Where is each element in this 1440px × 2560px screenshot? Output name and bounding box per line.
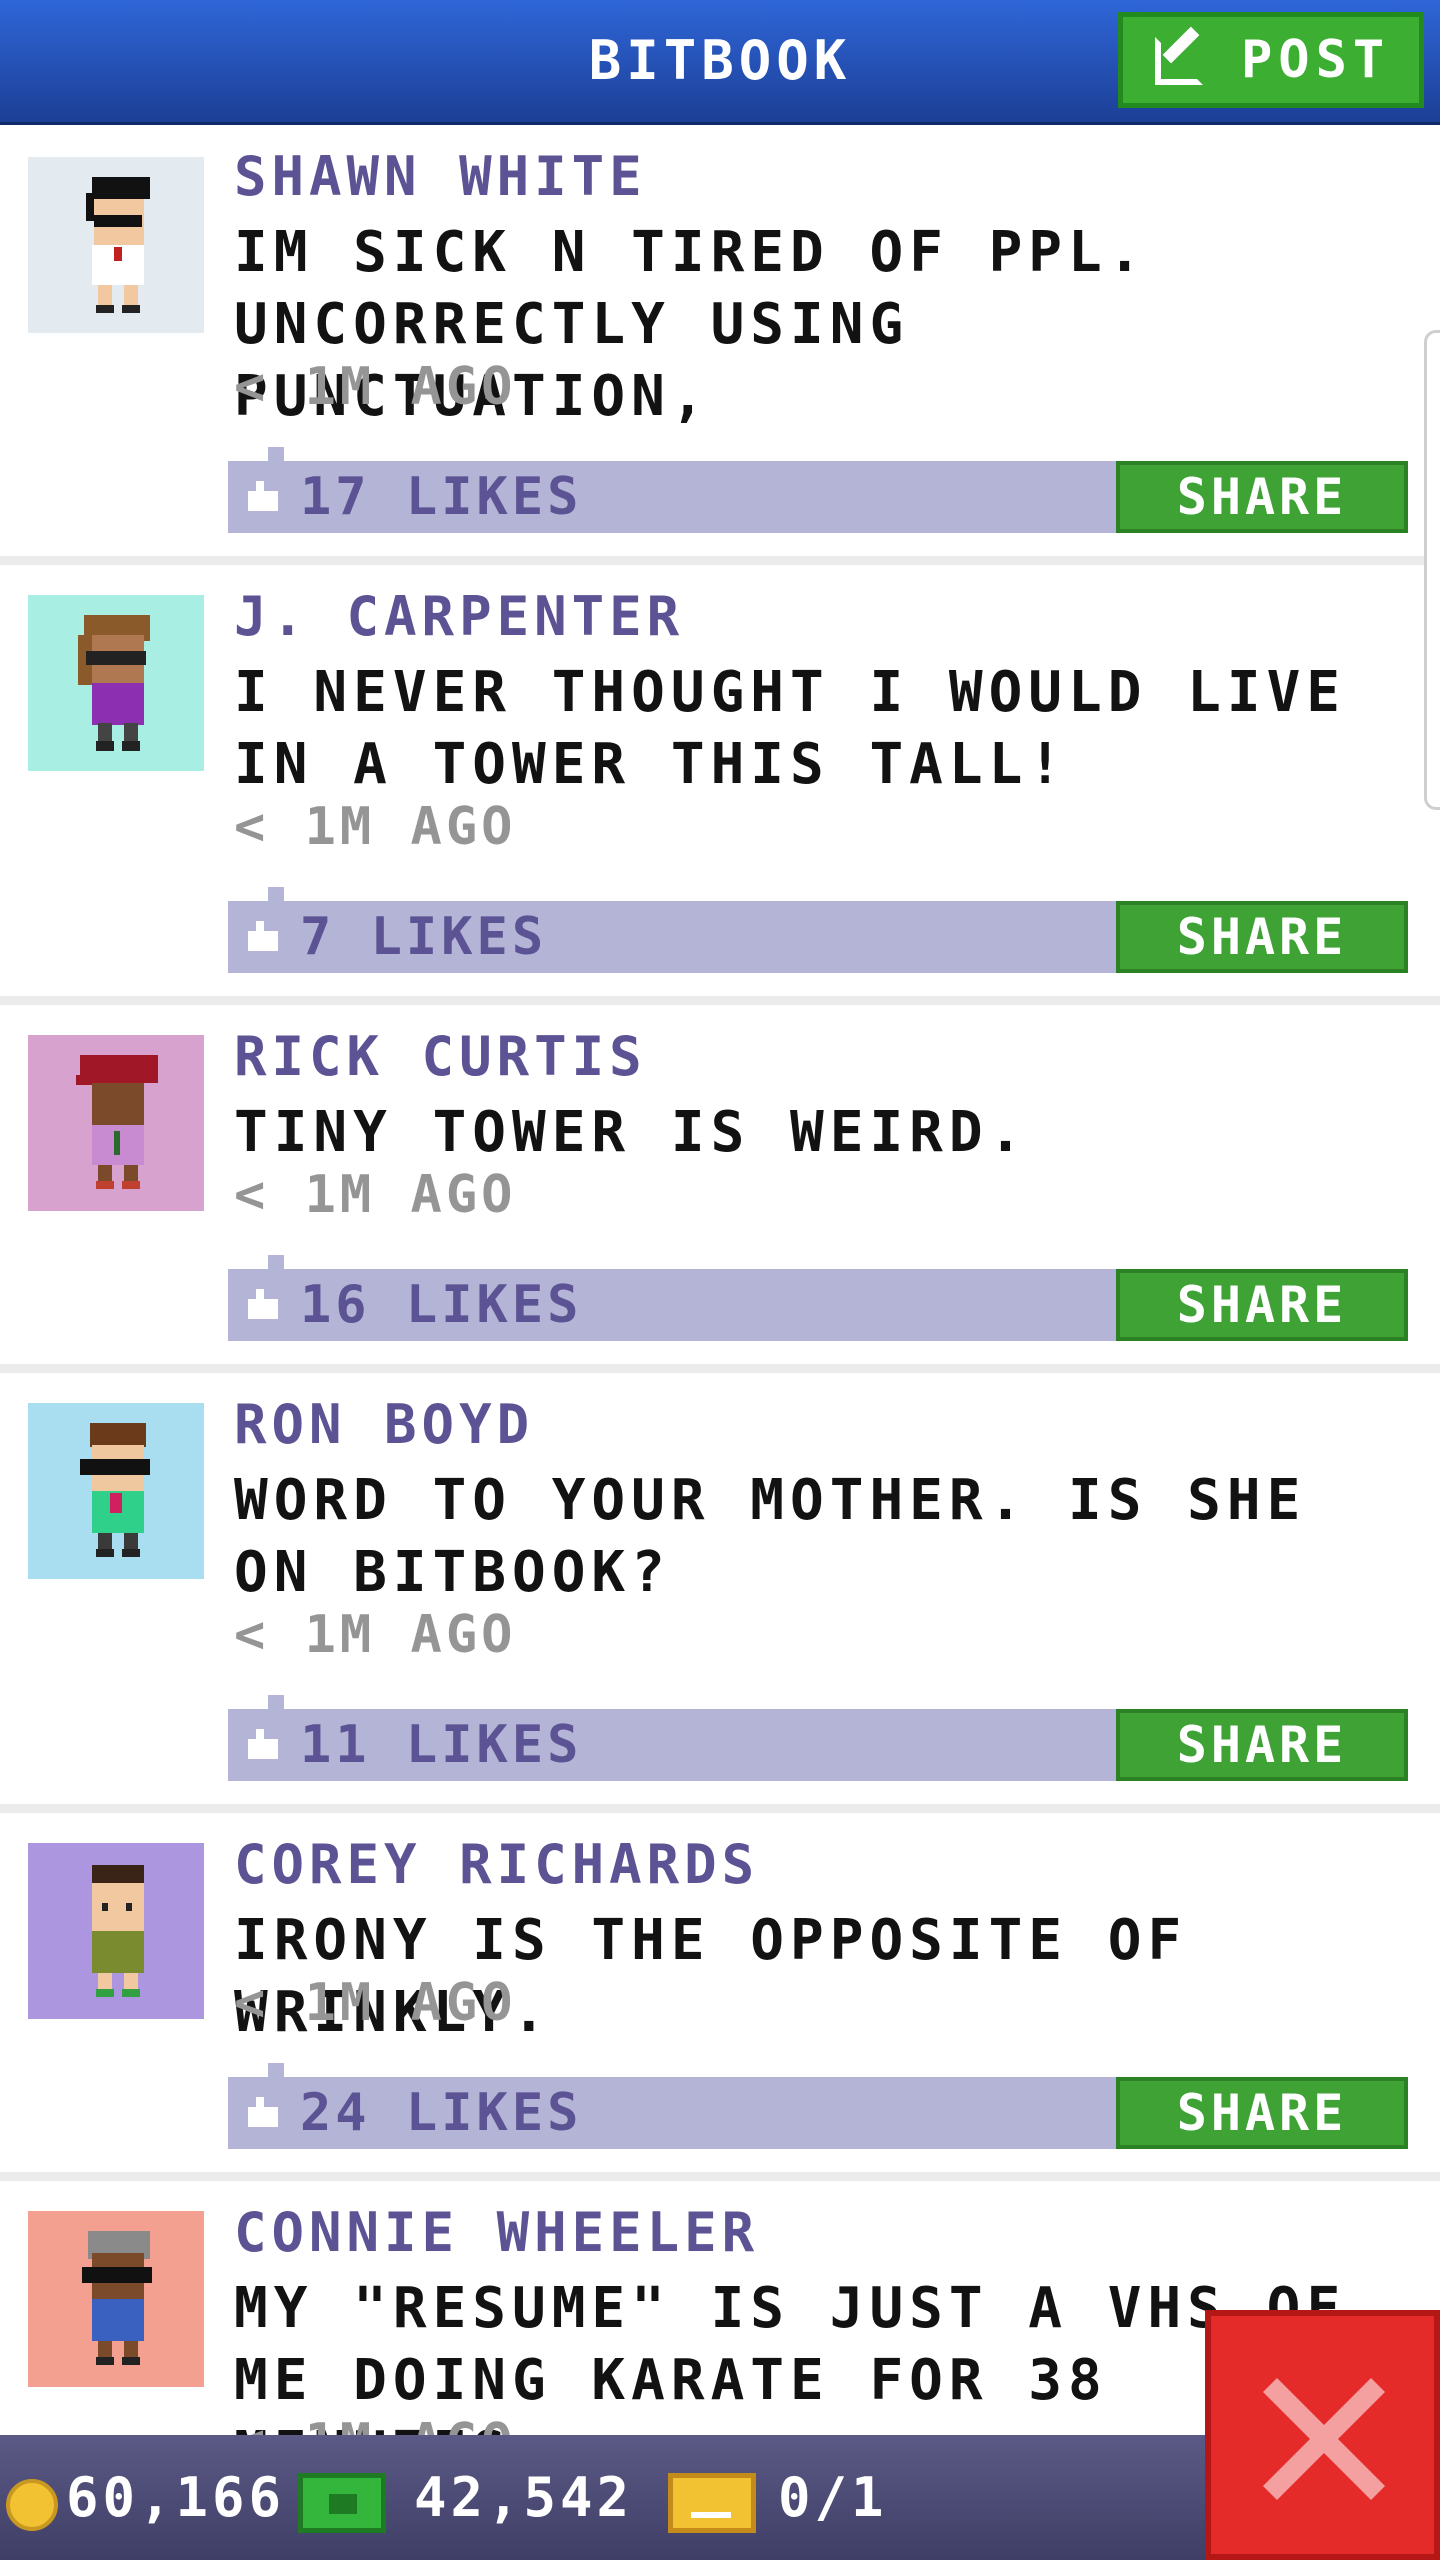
share-button[interactable]: SHARE — [1116, 2077, 1408, 2149]
avatar-image — [28, 157, 204, 333]
post-item: RON BOYD WORD TO YOUR MOTHER. IS SHE ON … — [0, 1373, 1440, 1813]
avatar[interactable] — [28, 1843, 204, 2019]
post-item: RICK CURTIS TINY TOWER IS WEIRD. < 1M AG… — [0, 1005, 1440, 1373]
bux-icon — [298, 2473, 386, 2533]
share-button[interactable]: SHARE — [1116, 1709, 1408, 1781]
post-author[interactable]: J. CARPENTER — [234, 585, 684, 648]
post-item: COREY RICHARDS IRONY IS THE OPPOSITE OF … — [0, 1813, 1440, 2181]
thumbs-up-icon — [248, 481, 278, 511]
share-button[interactable]: SHARE — [1116, 461, 1408, 533]
like-count[interactable]: 16 LIKES — [300, 1269, 582, 1341]
post-text: TINY TOWER IS WEIRD. — [234, 1100, 1029, 1165]
post-item: J. CARPENTER I NEVER THOUGHT I WOULD LIV… — [0, 565, 1440, 1005]
coin-count: 60,166 — [66, 2466, 286, 2529]
close-icon — [1263, 2378, 1385, 2500]
post-author[interactable]: CONNIE WHEELER — [234, 2201, 759, 2264]
like-bar: 16 LIKES SHARE — [228, 1255, 1408, 1341]
share-button[interactable]: SHARE — [1116, 1269, 1408, 1341]
post-time: < 1M AGO — [234, 357, 517, 417]
ticket-count: 0/1 — [778, 2466, 888, 2529]
post-time: < 1M AGO — [234, 1973, 517, 2033]
like-bar: 17 LIKES SHARE — [228, 447, 1408, 533]
avatar[interactable] — [28, 595, 204, 771]
like-count[interactable]: 17 LIKES — [300, 461, 582, 533]
thumbs-up-icon — [248, 1289, 278, 1319]
edit-icon — [1155, 37, 1203, 85]
post-time: < 1M AGO — [234, 2413, 516, 2435]
avatar-image — [28, 1035, 204, 1211]
post-author[interactable]: SHAWN WHITE — [234, 145, 647, 208]
avatar-image — [28, 2211, 204, 2387]
post-author[interactable]: COREY RICHARDS — [234, 1833, 759, 1896]
avatar-image — [28, 1403, 204, 1579]
like-count[interactable]: 24 LIKES — [300, 2077, 582, 2149]
post-author[interactable]: RON BOYD — [234, 1393, 534, 1456]
like-bar: 24 LIKES SHARE — [228, 2063, 1408, 2149]
post-feed[interactable]: SHAWN WHITE IM SICK N TIRED OF PPL. UNCO… — [0, 125, 1440, 2435]
avatar[interactable] — [28, 2211, 204, 2387]
avatar-image — [28, 1843, 204, 2019]
post-button-label: POST — [1241, 30, 1391, 90]
scrollbar-handle[interactable] — [1424, 330, 1440, 810]
share-button[interactable]: SHARE — [1116, 901, 1408, 973]
post-item: SHAWN WHITE IM SICK N TIRED OF PPL. UNCO… — [0, 125, 1440, 565]
avatar[interactable] — [28, 1403, 204, 1579]
like-count[interactable]: 11 LIKES — [300, 1709, 582, 1781]
post-time: < 1M AGO — [234, 1605, 517, 1665]
post-time: < 1M AGO — [234, 1165, 517, 1225]
avatar[interactable] — [28, 157, 204, 333]
close-button[interactable] — [1205, 2310, 1440, 2560]
avatar[interactable] — [28, 1035, 204, 1211]
like-bar: 11 LIKES SHARE — [228, 1695, 1408, 1781]
like-bar: 7 LIKES SHARE — [228, 887, 1408, 973]
post-text: WORD TO YOUR MOTHER. IS SHE ON BITBOOK? — [234, 1468, 1307, 1605]
coin-icon — [6, 2479, 58, 2531]
bux-count: 42,542 — [414, 2466, 634, 2529]
post-time: < 1M AGO — [234, 797, 517, 857]
thumbs-up-icon — [248, 2097, 278, 2127]
avatar-image — [28, 595, 204, 771]
header-bar: BITBOOK POST — [0, 0, 1440, 125]
post-author[interactable]: RICK CURTIS — [234, 1025, 647, 1088]
like-count[interactable]: 7 LIKES — [300, 901, 547, 973]
post-button[interactable]: POST — [1118, 12, 1424, 108]
thumbs-up-icon — [248, 921, 278, 951]
post-text: I NEVER THOUGHT I WOULD LIVE IN A TOWER … — [234, 660, 1347, 797]
thumbs-up-icon — [248, 1729, 278, 1759]
ticket-icon — [668, 2473, 756, 2533]
